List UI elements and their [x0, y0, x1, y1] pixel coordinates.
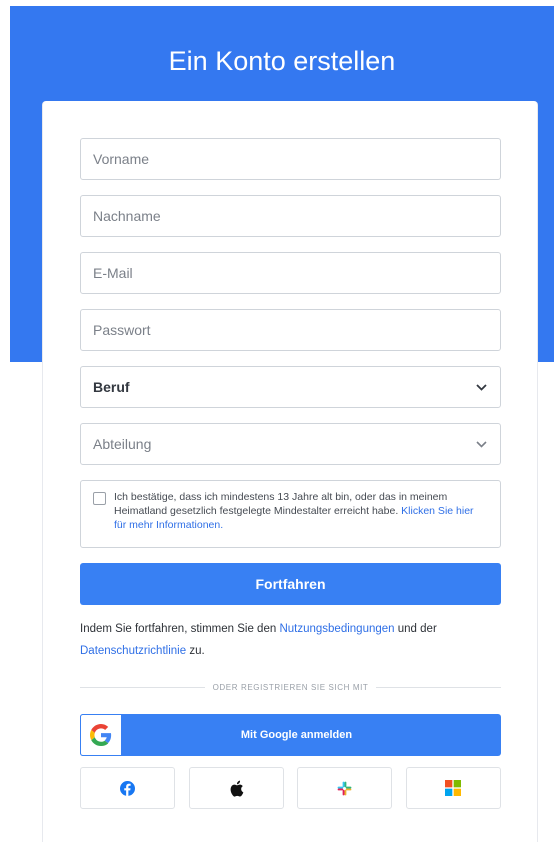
profession-selected-value: Beruf — [93, 379, 130, 395]
social-divider: ODER REGISTRIEREN SIE SICH MIT — [80, 680, 502, 694]
page-title: Ein Konto erstellen — [168, 46, 396, 76]
chevron-down-icon — [474, 380, 488, 394]
microsoft-signin-button[interactable] — [405, 767, 501, 809]
apple-icon — [230, 780, 243, 797]
email-placeholder: E-Mail — [93, 265, 133, 281]
privacy-policy-link[interactable]: Datenschutzrichtlinie — [80, 645, 186, 657]
password-placeholder: Passwort — [93, 322, 151, 338]
chevron-down-icon — [474, 437, 488, 451]
divider-line-right — [376, 686, 502, 688]
department-selected-value: Abteilung — [93, 436, 152, 452]
first-name-input[interactable]: Vorname — [80, 138, 501, 180]
divider-line-left — [80, 686, 205, 688]
terms-notice: Indem Sie fortfahren, stimmen Sie den Nu… — [80, 618, 510, 662]
department-select[interactable]: Abteilung — [80, 423, 501, 465]
facebook-icon — [120, 780, 135, 796]
google-signin-label: Mit Google anmelden — [240, 729, 353, 741]
age-consent-box: Ich bestätige, dass ich mindestens 13 Ja… — [80, 480, 501, 548]
continue-button[interactable]: Fortfahren — [80, 563, 501, 605]
password-input[interactable]: Passwort — [80, 309, 501, 351]
slack-signin-button[interactable] — [297, 767, 393, 809]
age-consent-statement: Ich bestätige, dass ich mindestens 13 Ja… — [114, 491, 448, 517]
slack-icon — [337, 781, 352, 795]
terms-middle: und der — [397, 623, 437, 635]
first-name-placeholder: Vorname — [93, 151, 150, 167]
google-logo-box — [80, 714, 122, 756]
age-consent-checkbox[interactable] — [93, 492, 106, 505]
facebook-signin-button[interactable] — [80, 767, 175, 809]
signup-card: Vorname Nachname E-Mail Passwort Beruf A… — [42, 101, 538, 842]
last-name-input[interactable]: Nachname — [80, 195, 501, 237]
age-consent-text: Ich bestätige, dass ich mindestens 13 Ja… — [114, 490, 488, 547]
google-signin-button[interactable]: Mit Google anmelden — [80, 714, 501, 756]
apple-signin-button[interactable] — [188, 767, 284, 809]
last-name-placeholder: Nachname — [93, 208, 161, 224]
terms-suffix: zu. — [189, 645, 205, 657]
profession-select[interactable]: Beruf — [80, 366, 501, 408]
google-icon — [90, 724, 112, 746]
microsoft-icon — [445, 780, 462, 796]
terms-prefix: Indem Sie fortfahren, stimmen Sie den — [80, 623, 277, 635]
social-divider-label: ODER REGISTRIEREN SIE SICH MIT — [212, 682, 369, 692]
social-provider-row — [80, 767, 501, 809]
email-input[interactable]: E-Mail — [80, 252, 501, 294]
terms-of-use-link[interactable]: Nutzungsbedingungen — [279, 623, 394, 635]
